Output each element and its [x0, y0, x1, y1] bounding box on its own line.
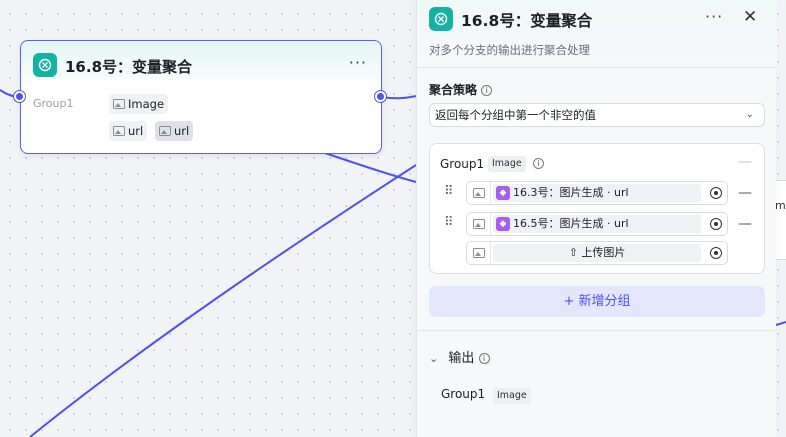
node-tag-url-2-text: url: [174, 124, 190, 138]
image-type-icon[interactable]: [467, 213, 491, 235]
edge-long: [29, 164, 417, 437]
chevron-down-icon: ⌄: [429, 352, 439, 365]
panel-more-icon[interactable]: ···: [705, 7, 723, 26]
output-group-type: Image: [493, 388, 531, 404]
upload-image-label: 上传图片: [581, 246, 626, 259]
node-settings-panel: 16.8号：变量聚合 ··· ✕ 对多个分支的输出进行聚合处理 聚合策略 i 返…: [416, 0, 777, 437]
strategy-select[interactable]: 返回每个分组中第一个非空的值 ⌄: [429, 103, 765, 127]
group-type-tag: Image: [488, 156, 526, 172]
partial-node-text: mp: [775, 199, 786, 212]
image-icon: [113, 126, 125, 136]
group-card: Group1 Image i — ⠿ ◆ 16.3号：图片生成 · url — …: [429, 143, 765, 274]
target-icon[interactable]: [710, 247, 722, 259]
image-icon: [113, 99, 125, 109]
node-tag-image: Image: [109, 94, 169, 114]
image-type-icon[interactable]: [467, 182, 491, 204]
variable-ref-1-text: 16.3号：图片生成 · url: [513, 186, 629, 199]
plugin-cube-icon: ◆: [496, 217, 510, 231]
workflow-canvas[interactable]: mp 16.8号：变量聚合 ··· Group1 Image url url: [0, 0, 786, 437]
node-group-label: Group1: [33, 97, 74, 110]
remove-variable-1-icon[interactable]: —: [738, 185, 752, 201]
variable-row-1[interactable]: ◆ 16.3号：图片生成 · url: [466, 181, 728, 205]
output-group: Group1 Image: [441, 387, 531, 404]
drag-handle-icon[interactable]: ⠿: [444, 184, 453, 199]
image-type-icon[interactable]: [467, 242, 491, 264]
strategy-label: 聚合策略 i: [429, 81, 493, 98]
panel-description[interactable]: 对多个分支的输出进行聚合处理: [429, 42, 590, 58]
panel-title[interactable]: 16.8号：变量聚合: [461, 9, 592, 31]
info-icon[interactable]: i: [478, 353, 490, 364]
node-tag-url-2: url: [155, 121, 194, 141]
add-group-label: 新增分组: [578, 294, 631, 309]
input-port[interactable]: [14, 91, 25, 102]
edge-out-cross: [324, 152, 417, 183]
info-icon[interactable]: i: [533, 158, 544, 169]
node-tag-image-text: Image: [128, 97, 165, 111]
edge-right: [775, 321, 786, 326]
add-group-button[interactable]: + 新增分组: [429, 286, 765, 317]
panel-header: 16.8号：变量聚合 ··· ✕ 对多个分支的输出进行聚合处理: [417, 0, 777, 68]
group-name[interactable]: Group1: [440, 157, 484, 171]
output-title: 输出: [448, 351, 475, 366]
image-icon: [472, 188, 485, 198]
info-icon[interactable]: i: [481, 85, 493, 96]
remove-group-icon[interactable]: —: [738, 154, 752, 170]
strategy-select-value: 返回每个分组中第一个非空的值: [435, 108, 596, 122]
aggregate-icon: [429, 7, 453, 31]
image-icon: [472, 219, 485, 229]
variable-ref-1[interactable]: ◆ 16.3号：图片生成 · url: [493, 184, 701, 202]
node-title: 16.8号：变量聚合: [65, 58, 193, 76]
node-more-icon[interactable]: ···: [349, 53, 367, 72]
variable-ref-2-text: 16.5号：图片生成 · url: [513, 217, 629, 230]
drag-handle-icon[interactable]: ⠿: [444, 215, 453, 230]
image-icon: [159, 126, 171, 136]
node-header: 16.8号：变量聚合 ···: [21, 41, 381, 91]
aggregate-node[interactable]: 16.8号：变量聚合 ··· Group1 Image url url: [20, 40, 382, 154]
output-group-name: Group1: [441, 387, 486, 401]
edge-out-top: [381, 95, 417, 100]
chevron-down-icon: ⌄: [745, 109, 754, 120]
upload-image-button[interactable]: ⇧ 上传图片: [493, 244, 701, 262]
output-section-header[interactable]: ⌄ 输出 i: [429, 347, 490, 366]
upload-icon: ⇧: [568, 246, 578, 259]
divider: [417, 330, 777, 331]
variable-row-2[interactable]: ◆ 16.5号：图片生成 · url: [466, 212, 728, 236]
aggregate-icon: [33, 53, 57, 77]
plus-icon: +: [563, 294, 575, 309]
variable-ref-2[interactable]: ◆ 16.5号：图片生成 · url: [493, 215, 701, 233]
strategy-label-text: 聚合策略: [429, 83, 478, 97]
variable-row-upload[interactable]: ⇧ 上传图片: [466, 241, 728, 265]
target-icon[interactable]: [710, 187, 722, 199]
target-icon[interactable]: [710, 218, 722, 230]
remove-variable-2-icon[interactable]: —: [738, 216, 752, 232]
output-port[interactable]: [375, 91, 386, 102]
image-icon: [472, 248, 485, 258]
plugin-cube-icon: ◆: [496, 186, 510, 200]
node-tag-url-1-text: url: [128, 124, 144, 138]
node-tag-url-1: url: [109, 121, 148, 141]
close-icon[interactable]: ✕: [743, 7, 757, 27]
